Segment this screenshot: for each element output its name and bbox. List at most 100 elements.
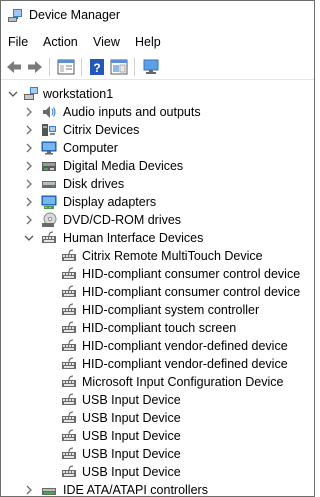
- speaker-icon: [43, 106, 56, 118]
- hid-device-icon: [62, 303, 76, 315]
- computer-icon: [41, 141, 57, 155]
- category-label: Audio inputs and outputs: [63, 105, 201, 119]
- tree-category[interactable]: Disk drives: [1, 175, 314, 193]
- toolbar-separator: [81, 58, 82, 76]
- device-label: HID-compliant system controller: [82, 303, 260, 317]
- device-manager-window: Device Manager File Action View Help ? w…: [0, 0, 315, 497]
- menu-file[interactable]: File: [8, 35, 28, 49]
- device-item[interactable]: HID-compliant vendor-defined device: [1, 337, 314, 355]
- device-label: HID-compliant vendor-defined device: [82, 339, 288, 353]
- device-label: USB Input Device: [82, 465, 181, 479]
- hid-device-icon: [62, 393, 76, 405]
- hid-device-icon: [62, 357, 76, 369]
- device-item[interactable]: USB Input Device: [1, 463, 314, 481]
- hid-icon: [42, 231, 56, 243]
- display-adapter-icon: [41, 195, 57, 209]
- workstation-icon: [24, 87, 38, 100]
- hid-device-icon: [62, 465, 76, 477]
- chevron-right-icon[interactable]: [23, 196, 35, 208]
- toolbar: ?: [1, 54, 314, 80]
- device-label: USB Input Device: [82, 393, 181, 407]
- category-label: Computer: [63, 141, 118, 155]
- chevron-down-icon[interactable]: [23, 232, 35, 244]
- tree-category[interactable]: Display adapters: [1, 193, 314, 211]
- properties-panel-icon[interactable]: [56, 57, 76, 77]
- device-label: USB Input Device: [82, 411, 181, 425]
- hid-device-icon: [62, 339, 76, 351]
- device-item[interactable]: HID-compliant vendor-defined device: [1, 355, 314, 373]
- device-item[interactable]: HID-compliant touch screen: [1, 319, 314, 337]
- device-item[interactable]: HID-compliant system controller: [1, 301, 314, 319]
- toolbar-separator: [49, 58, 50, 76]
- device-item[interactable]: USB Input Device: [1, 427, 314, 445]
- device-label: HID-compliant consumer control device: [82, 285, 301, 299]
- hid-device-icon: [62, 447, 76, 459]
- device-item[interactable]: USB Input Device: [1, 445, 314, 463]
- dvd-drive-icon: [42, 212, 57, 227]
- device-label: HID-compliant touch screen: [82, 321, 237, 335]
- media-device-icon: [42, 162, 56, 171]
- chevron-right-icon[interactable]: [23, 106, 35, 118]
- category-label: DVD/CD-ROM drives: [63, 213, 182, 227]
- menu-view[interactable]: View: [93, 35, 120, 49]
- tree-category[interactable]: Citrix Devices: [1, 121, 314, 139]
- category-label: Digital Media Devices: [63, 159, 184, 173]
- device-label: Microsoft Input Configuration Device: [82, 375, 284, 389]
- device-item[interactable]: Citrix Remote MultiTouch Device: [1, 247, 314, 265]
- category-label: IDE ATA/ATAPI controllers: [63, 483, 208, 497]
- tree-category[interactable]: Computer: [1, 139, 314, 157]
- tree-category[interactable]: Digital Media Devices: [1, 157, 314, 175]
- device-label: HID-compliant consumer control device: [82, 267, 301, 281]
- toolbar-separator: [134, 58, 135, 76]
- tree-category-expanded[interactable]: Human Interface Devices: [1, 229, 314, 247]
- chevron-right-icon[interactable]: [23, 160, 35, 172]
- device-manager-icon: [8, 9, 22, 22]
- device-label: HID-compliant vendor-defined device: [82, 357, 288, 371]
- chevron-down-icon[interactable]: [7, 88, 19, 100]
- hid-device-icon: [62, 429, 76, 441]
- device-label: USB Input Device: [82, 447, 181, 461]
- hid-device-icon: [62, 285, 76, 297]
- menu-bar: File Action View Help: [1, 31, 314, 53]
- hid-device-icon: [62, 411, 76, 423]
- chevron-right-icon[interactable]: [23, 142, 35, 154]
- device-item[interactable]: USB Input Device: [1, 409, 314, 427]
- category-label: Citrix Devices: [63, 123, 140, 137]
- category-label: Display adapters: [63, 195, 157, 209]
- title-bar[interactable]: Device Manager: [1, 1, 314, 31]
- root-label: workstation1: [43, 87, 114, 101]
- chevron-right-icon[interactable]: [23, 124, 35, 136]
- device-label: Citrix Remote MultiTouch Device: [82, 249, 263, 263]
- svg-text:?: ?: [93, 61, 100, 75]
- hid-device-icon: [62, 375, 76, 387]
- window-title: Device Manager: [29, 8, 121, 22]
- ide-controller-icon: [42, 488, 56, 495]
- chevron-right-icon[interactable]: [23, 178, 35, 190]
- menu-help[interactable]: Help: [135, 35, 161, 49]
- forward-icon[interactable]: [25, 57, 45, 77]
- citrix-device-icon: [42, 124, 56, 136]
- disk-drive-icon: [42, 181, 56, 188]
- back-icon[interactable]: [4, 57, 24, 77]
- hid-device-icon: [62, 249, 76, 261]
- device-item[interactable]: Microsoft Input Configuration Device: [1, 373, 314, 391]
- tree-category[interactable]: DVD/CD-ROM drives: [1, 211, 314, 229]
- hid-device-icon: [62, 321, 76, 333]
- tree-category[interactable]: Audio inputs and outputs: [1, 103, 314, 121]
- device-item[interactable]: HID-compliant consumer control device: [1, 265, 314, 283]
- device-tree: workstation1 Audio inputs and outputs Ci…: [1, 81, 314, 497]
- chevron-right-icon[interactable]: [23, 214, 35, 226]
- category-label: Disk drives: [63, 177, 125, 191]
- device-label: USB Input Device: [82, 429, 181, 443]
- chevron-right-icon[interactable]: [23, 484, 35, 496]
- show-hide-icon[interactable]: [109, 57, 129, 77]
- monitor-icon[interactable]: [141, 57, 161, 77]
- category-label: Human Interface Devices: [63, 231, 204, 245]
- tree-category[interactable]: IDE ATA/ATAPI controllers: [1, 481, 314, 497]
- hid-device-icon: [62, 267, 76, 279]
- device-item[interactable]: USB Input Device: [1, 391, 314, 409]
- device-item[interactable]: HID-compliant consumer control device: [1, 283, 314, 301]
- tree-root[interactable]: workstation1: [1, 85, 314, 103]
- help-icon[interactable]: ?: [87, 57, 107, 77]
- menu-action[interactable]: Action: [43, 35, 78, 49]
